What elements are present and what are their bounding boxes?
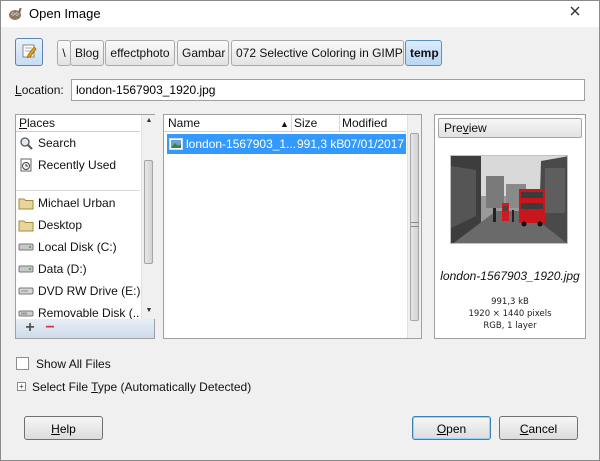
file-list-scrollbar[interactable] [407, 115, 421, 338]
places-header[interactable]: Places [16, 115, 140, 132]
show-all-files-label[interactable]: Show All Files [36, 357, 111, 371]
column-divider [291, 115, 292, 132]
crumb-gambar[interactable]: Gambar [177, 40, 229, 66]
drive-icon [18, 262, 34, 276]
pencil-edit-icon [21, 43, 37, 62]
search-icon [18, 136, 34, 150]
place-item-data-d[interactable]: Data (D:) [18, 259, 140, 279]
london-street-image [451, 156, 567, 243]
preview-color-mode: RGB, 1 layer [483, 321, 537, 331]
file-list-scroll-thumb[interactable] [410, 133, 419, 321]
file-row-selected[interactable]: london-1567903_1... 991,3 kB 07/01/2017 [167, 134, 406, 154]
preview-panel: Preview london-1567903_1920.jpg 991,3 kB… [434, 114, 586, 339]
place-item-desktop[interactable]: Desktop [18, 215, 140, 235]
image-file-icon [169, 138, 183, 153]
cancel-button[interactable]: Cancel [499, 416, 578, 440]
crumb-blog[interactable]: Blog [70, 40, 104, 66]
file-modified: 07/01/2017 [344, 137, 405, 151]
file-size: 991,3 kB [297, 137, 345, 151]
scroll-down-arrow-icon[interactable]: ▼ [142, 305, 156, 317]
places-scroll-thumb[interactable] [144, 160, 153, 264]
gimp-app-icon [7, 6, 23, 22]
preview-filename: london-1567903_1920.jpg [440, 269, 580, 283]
places-list: Search Recently Used Michael Urban Deskt [16, 133, 140, 319]
column-header-modified[interactable]: Modified [342, 116, 387, 131]
place-item-michael-urban[interactable]: Michael Urban [18, 193, 140, 213]
preview-thumbnail [450, 155, 568, 244]
preview-filesize: 991,3 kB [491, 297, 529, 307]
place-item-removable-disk[interactable]: Removable Disk (... [18, 303, 140, 319]
place-item-recently-used[interactable]: Recently Used [18, 155, 140, 175]
removable-disk-icon [18, 306, 34, 319]
preview-dimensions: 1920 × 1440 pixels [468, 309, 552, 319]
place-item-search[interactable]: Search [18, 133, 140, 153]
scroll-up-arrow-icon[interactable]: ▲ [142, 115, 156, 127]
location-input[interactable] [71, 79, 585, 101]
expand-plus-icon[interactable]: + [17, 382, 26, 391]
optical-drive-icon [18, 284, 34, 298]
places-separator [16, 190, 140, 191]
column-header-size[interactable]: Size [294, 116, 317, 131]
folder-icon [18, 196, 34, 210]
close-button[interactable] [552, 1, 598, 21]
title-bar[interactable]: Open Image [1, 1, 599, 27]
file-name: london-1567903_1... [186, 137, 297, 151]
crumb-effectphoto[interactable]: effectphoto [105, 40, 175, 66]
folder-icon [18, 218, 34, 232]
file-list-panel: Name ▲ Size Modified london-1567903_1...… [163, 114, 422, 339]
crumb-temp[interactable]: temp [405, 40, 442, 66]
place-item-dvd-rw-drive-e[interactable]: DVD RW Drive (E:) [18, 281, 140, 301]
show-all-files-checkbox[interactable] [16, 357, 29, 370]
sort-ascending-icon: ▲ [280, 119, 289, 129]
grip-icon [411, 222, 419, 227]
window-title: Open Image [29, 6, 101, 21]
column-divider [339, 115, 340, 132]
select-file-type-expander[interactable]: Select File Type (Automatically Detected… [32, 380, 251, 394]
help-button[interactable]: Help [24, 416, 103, 440]
recent-icon [18, 158, 34, 172]
place-item-local-disk-c[interactable]: Local Disk (C:) [18, 237, 140, 257]
crumb-072-selective-coloring[interactable]: 072 Selective Coloring in GIMP [231, 40, 404, 66]
close-icon [570, 4, 580, 19]
file-list-header: Name ▲ Size Modified [164, 115, 406, 132]
column-header-name[interactable]: Name [168, 116, 200, 131]
remove-bookmark-button[interactable]: − [41, 319, 59, 338]
places-scrollbar[interactable]: ▲ ▼ [141, 115, 155, 319]
places-panel: Places Search Recently Used Michael Urba… [15, 114, 155, 339]
places-toolbar: + − [15, 319, 155, 339]
open-image-dialog: Open Image \ Blog effectphoto Gambar 072… [0, 0, 600, 461]
open-button[interactable]: Open [412, 416, 491, 440]
location-label: Location: [15, 83, 64, 97]
type-location-toggle-button[interactable] [15, 38, 43, 66]
crumb-root[interactable]: \ [57, 40, 71, 66]
drive-icon [18, 240, 34, 254]
preview-button[interactable]: Preview [438, 118, 582, 138]
add-bookmark-button[interactable]: + [21, 319, 39, 338]
